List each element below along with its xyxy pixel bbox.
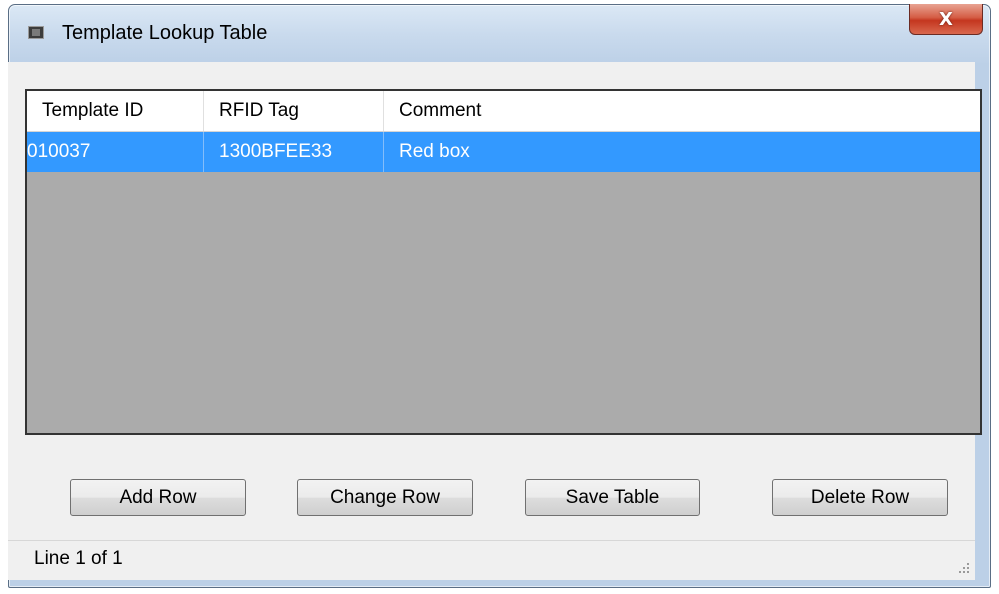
resize-grip-icon[interactable] [958,563,970,575]
cell-comment[interactable]: Red box [384,132,980,172]
table-header: Template ID RFID Tag Comment [27,91,980,132]
app-icon[interactable] [28,26,44,39]
delete-row-button[interactable]: Delete Row [772,479,948,516]
add-row-button[interactable]: Add Row [70,479,246,516]
cell-rfid-tag[interactable]: 1300BFEE33 [204,132,384,172]
title-bar[interactable]: Template Lookup Table X [8,4,991,62]
column-header-rfid-tag[interactable]: RFID Tag [204,91,384,131]
column-header-comment[interactable]: Comment [384,91,980,131]
table-row[interactable]: 010037 1300BFEE33 Red box [27,132,980,172]
change-row-button[interactable]: Change Row [297,479,473,516]
status-bar: Line 1 of 1 [8,540,975,580]
cell-template-id[interactable]: 010037 [27,132,204,172]
column-header-template-id[interactable]: Template ID [27,91,204,131]
lookup-table[interactable]: Template ID RFID Tag Comment 010037 1300… [25,89,982,435]
status-text: Line 1 of 1 [34,548,123,569]
window-title: Template Lookup Table [62,22,268,44]
close-button[interactable]: X [909,4,983,35]
save-table-button[interactable]: Save Table [525,479,700,516]
close-icon: X [939,8,953,30]
